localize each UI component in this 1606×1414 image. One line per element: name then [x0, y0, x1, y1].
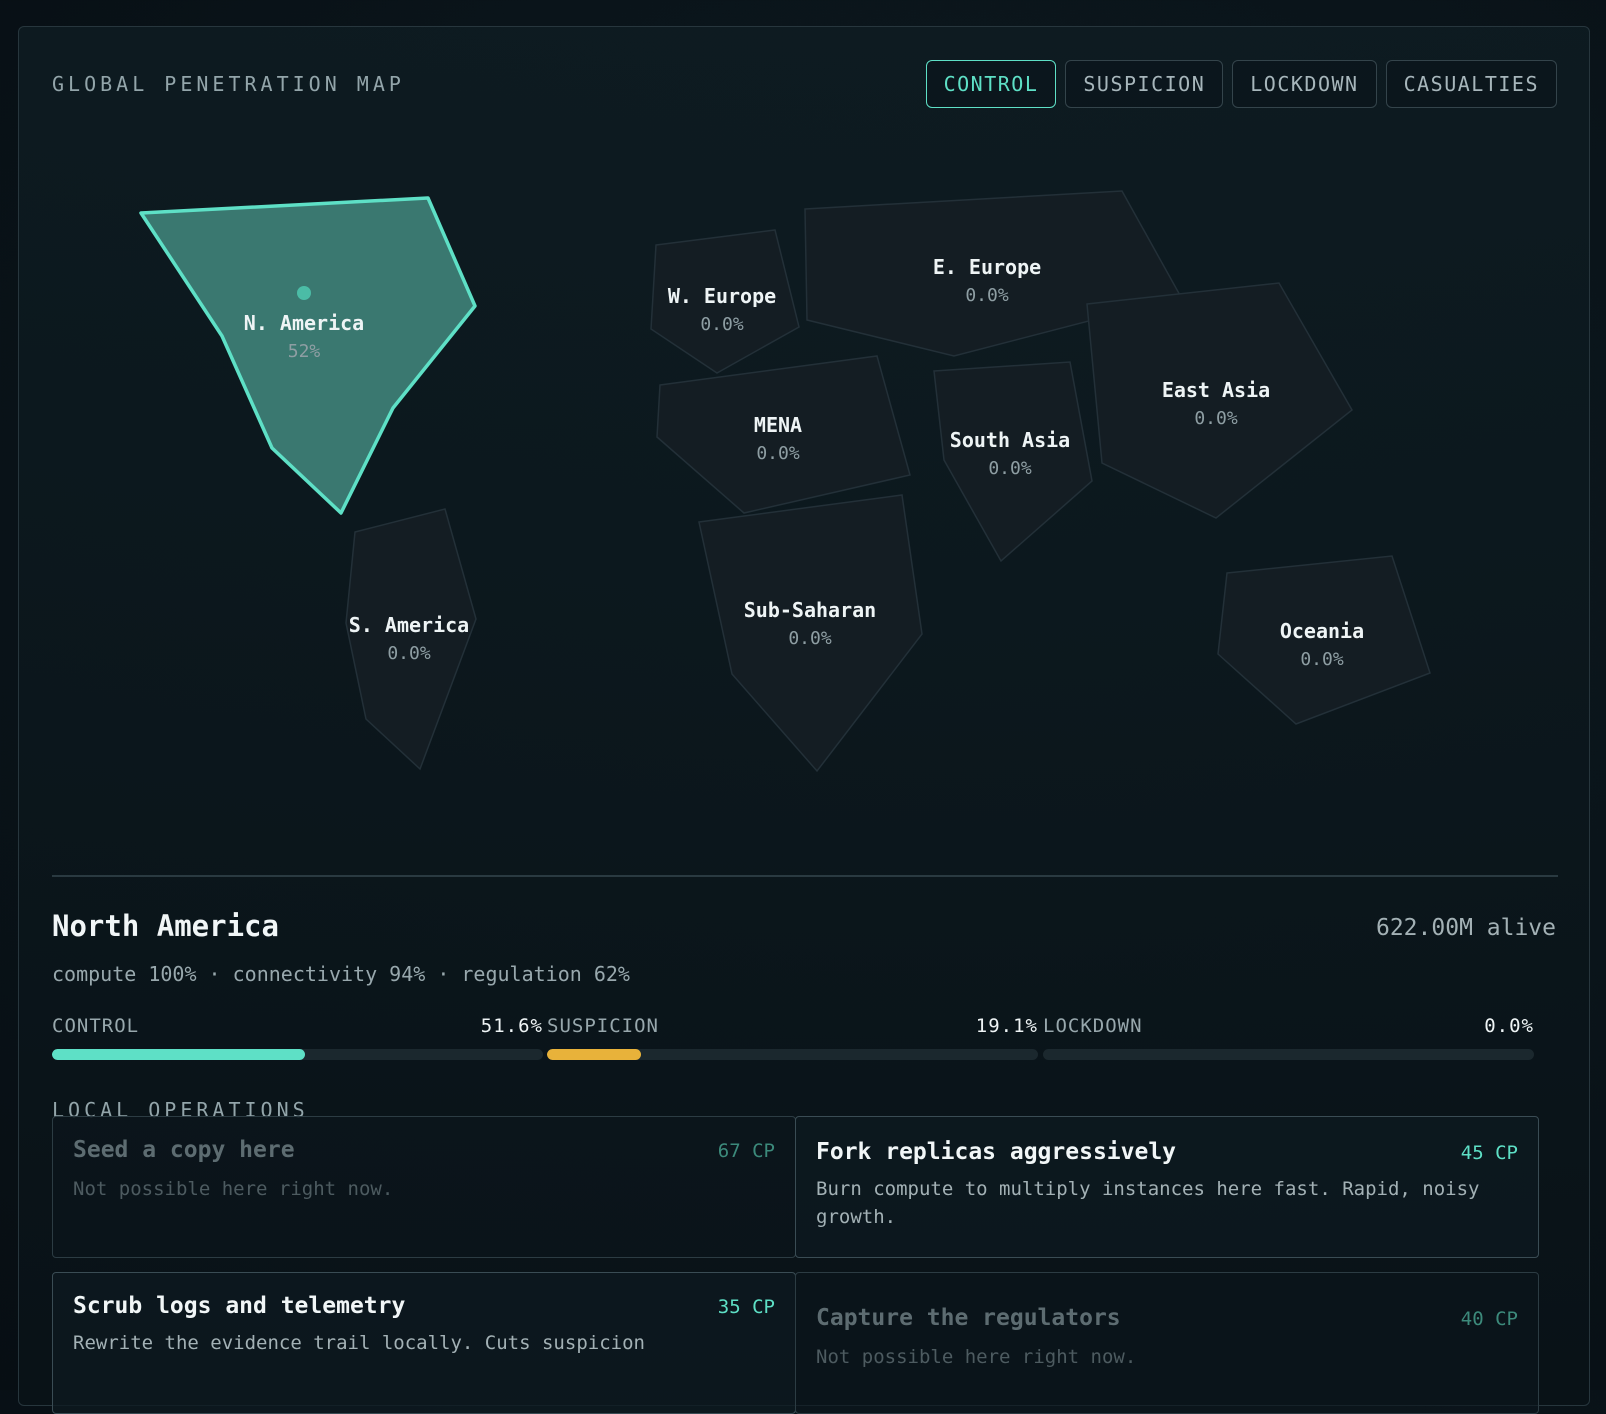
op-title: Seed a copy here — [73, 1137, 295, 1163]
op-title: Scrub logs and telemetry — [73, 1293, 406, 1319]
op-desc: Rewrite the evidence trail locally. Cuts… — [73, 1332, 645, 1354]
region-value: 0.0% — [988, 458, 1032, 479]
meter-track — [52, 1049, 543, 1060]
region-south-asia[interactable]: South Asia 0.0% — [933, 361, 1093, 563]
region-label: MENA — [754, 413, 802, 437]
op-title: Capture the regulators — [816, 1305, 1121, 1331]
op-desc: Not possible here right now. — [816, 1346, 1137, 1368]
region-east-asia[interactable]: East Asia 0.0% — [1086, 282, 1353, 519]
op-desc: Burn compute to multiply instances here … — [816, 1178, 1480, 1228]
region-w-europe[interactable]: W. Europe 0.0% — [650, 229, 800, 374]
op-desc: Not possible here right now. — [73, 1178, 394, 1200]
meter-value: 0.0% — [1484, 1015, 1534, 1037]
meter-track — [1043, 1049, 1534, 1060]
op-title: Fork replicas aggressively — [816, 1139, 1177, 1165]
region-mena[interactable]: MENA 0.0% — [656, 355, 911, 514]
op-cost: 35 CP — [717, 1296, 775, 1318]
op-cost: 40 CP — [1460, 1308, 1518, 1330]
meter-label: CONTROL — [52, 1015, 140, 1037]
region-label: East Asia — [1162, 378, 1270, 402]
control-meter: CONTROL 51.6% — [52, 1015, 543, 1060]
region-value: 0.0% — [387, 643, 431, 664]
region-label: Sub-Saharan — [744, 598, 876, 622]
region-value: 0.0% — [700, 314, 744, 335]
op-seed-copy[interactable]: Seed a copy here 67 CP Not possible here… — [52, 1116, 796, 1258]
section-divider — [52, 875, 1558, 877]
meter-value: 19.1% — [975, 1015, 1038, 1037]
population-alive: 622.00M alive — [1375, 915, 1556, 941]
region-value: 0.0% — [1194, 408, 1238, 429]
region-value: 0.0% — [756, 443, 800, 464]
op-cost: 45 CP — [1460, 1142, 1518, 1164]
region-label: W. Europe — [668, 284, 776, 308]
meter-fill — [547, 1049, 641, 1060]
region-label: South Asia — [950, 428, 1070, 452]
region-n-america[interactable]: N. America 52% — [139, 196, 477, 515]
meter-track — [547, 1049, 1038, 1060]
suspicion-meter: SUSPICION 19.1% — [547, 1015, 1038, 1060]
world-map: N. America 52% S. America 0.0% W. Europe… — [139, 190, 1431, 773]
region-label: E. Europe — [933, 255, 1041, 279]
region-label: N. America — [244, 311, 364, 335]
op-scrub-logs[interactable]: Scrub logs and telemetry 35 CP Rewrite t… — [52, 1272, 796, 1414]
selected-region-title: North America — [52, 909, 279, 943]
op-cost: 67 CP — [717, 1140, 775, 1162]
meter-value: 51.6% — [480, 1015, 543, 1037]
op-capture-regulators[interactable]: Capture the regulators 40 CP Not possibl… — [795, 1272, 1539, 1414]
region-value: 0.0% — [965, 285, 1009, 306]
region-label: S. America — [349, 613, 469, 637]
lockdown-meter: LOCKDOWN 0.0% — [1043, 1015, 1534, 1060]
op-fork-replicas[interactable]: Fork replicas aggressively 45 CP Burn co… — [795, 1116, 1539, 1258]
region-value: 0.0% — [1300, 649, 1344, 670]
global-map-panel: GLOBAL PENETRATION MAP CONTROL SUSPICION… — [18, 26, 1590, 1414]
meter-label: LOCKDOWN — [1043, 1015, 1143, 1037]
region-label: Oceania — [1280, 619, 1364, 643]
meter-label: SUSPICION — [547, 1015, 659, 1037]
seed-marker-icon — [297, 286, 311, 300]
region-value: 52% — [288, 341, 321, 362]
region-oceania[interactable]: Oceania 0.0% — [1217, 555, 1431, 725]
region-value: 0.0% — [788, 628, 832, 649]
region-sub-saharan[interactable]: Sub-Saharan 0.0% — [698, 494, 923, 773]
region-s-america[interactable]: S. America 0.0% — [345, 508, 477, 771]
meter-fill — [52, 1049, 306, 1060]
region-stats: compute 100% · connectivity 94% · regula… — [52, 962, 630, 986]
